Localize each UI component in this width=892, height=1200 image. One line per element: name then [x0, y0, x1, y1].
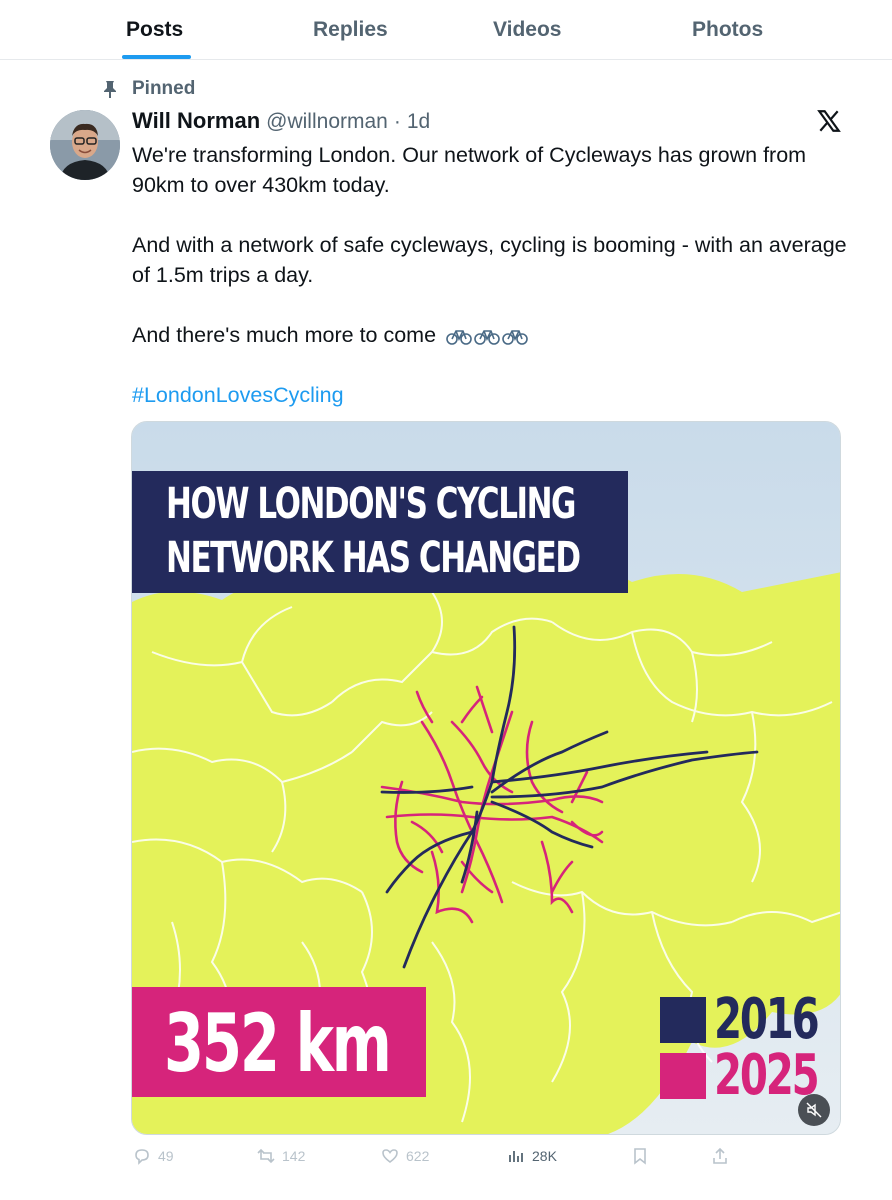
like-count: 622	[406, 1148, 430, 1164]
share-icon	[713, 1147, 727, 1164]
tab-videos[interactable]: Videos	[493, 18, 561, 42]
bicycle-icon	[502, 330, 528, 345]
bicycle-icon	[474, 330, 500, 345]
bicycle-emoji-icons	[446, 326, 528, 346]
legend-swatch-2025	[660, 1052, 706, 1099]
infographic-title-line-1: HOW LONDON'S CYCLING	[166, 479, 576, 529]
pinned-indicator: Pinned	[100, 78, 195, 100]
profile-tabs: Posts Replies Videos Photos	[0, 0, 892, 60]
tweet-header: Will Norman @willnorman · 1d	[132, 108, 430, 134]
pin-icon	[104, 81, 116, 98]
tweet-paragraph-2: And with a network of safe cycleways, cy…	[132, 233, 847, 287]
tab-replies[interactable]: Replies	[313, 18, 388, 42]
views-button[interactable]: 28K	[506, 1146, 557, 1166]
tweet-media-image[interactable]: HOW LONDON'S CYCLING NETWORK HAS CHANGED…	[131, 421, 841, 1135]
author-name[interactable]: Will Norman	[132, 108, 260, 134]
separator-dot: ·	[393, 110, 401, 133]
heart-icon	[382, 1149, 398, 1163]
repost-icon	[257, 1148, 275, 1164]
mute-button[interactable]	[798, 1094, 830, 1126]
tweet-time[interactable]: 1d	[407, 110, 430, 134]
speaker-muted-icon	[806, 1102, 822, 1118]
legend-swatch-2016	[660, 996, 706, 1043]
hashtag-link[interactable]: #LondonLovesCycling	[132, 380, 852, 410]
reply-button[interactable]: 49	[132, 1146, 174, 1166]
tweet-body: We're transforming London. Our network o…	[132, 140, 852, 410]
pinned-label: Pinned	[132, 78, 196, 99]
tweet-paragraph-1: We're transforming London. Our network o…	[132, 143, 807, 197]
reply-count: 49	[158, 1148, 174, 1164]
reply-icon	[135, 1149, 149, 1165]
x-logo-icon	[817, 110, 841, 132]
like-button[interactable]: 622	[380, 1146, 429, 1166]
tweet-paragraph-3-text: And there's much more to come	[132, 323, 437, 347]
analytics-icon	[509, 1151, 523, 1162]
repost-count: 142	[282, 1148, 306, 1164]
bicycle-icon	[446, 330, 472, 345]
repost-button[interactable]: 142	[256, 1146, 305, 1166]
share-button[interactable]	[710, 1146, 730, 1166]
tab-posts[interactable]: Posts	[126, 18, 183, 42]
tab-photos[interactable]: Photos	[692, 18, 763, 42]
distance-value: 352 km	[164, 997, 392, 1090]
active-tab-indicator	[122, 55, 191, 59]
tweet-actions: 49 142 622 28K	[132, 1146, 732, 1176]
view-count: 28K	[532, 1148, 557, 1164]
infographic-title-line-2: NETWORK HAS CHANGED	[166, 533, 581, 583]
bookmark-button[interactable]	[630, 1146, 650, 1166]
tweet-paragraph-3: And there's much more to come	[132, 320, 852, 350]
bookmark-icon	[634, 1148, 646, 1165]
author-handle[interactable]: @willnorman	[266, 110, 388, 134]
distance-box: 352 km	[132, 987, 426, 1097]
infographic-title-box: HOW LONDON'S CYCLING NETWORK HAS CHANGED	[132, 471, 628, 593]
avatar[interactable]	[50, 110, 120, 180]
